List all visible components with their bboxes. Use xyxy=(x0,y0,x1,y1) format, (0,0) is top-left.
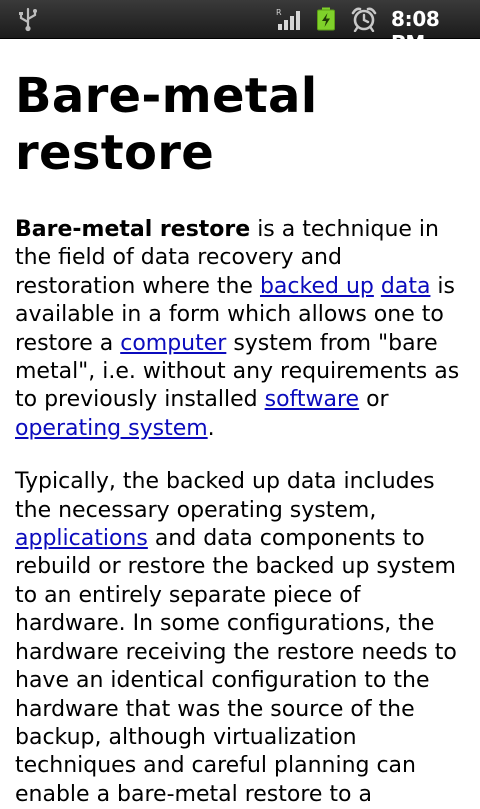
page-title: Bare-metal restore xyxy=(15,68,465,182)
alarm-icon xyxy=(351,7,377,32)
bold-term: Bare-metal restore xyxy=(15,217,251,242)
paragraph-text: or xyxy=(359,387,389,413)
paragraph-text xyxy=(374,274,381,299)
paragraph-text: . xyxy=(207,415,215,441)
signal-icon: R xyxy=(276,8,300,30)
page-title-line2: restore xyxy=(15,125,215,181)
roaming-indicator: R xyxy=(276,8,282,17)
article-paragraph-2: Typically, the backed up data includes t… xyxy=(15,468,465,809)
article-content: Bare-metal restore Bare-metal restore is … xyxy=(15,68,465,809)
link-operating-system[interactable]: operating system xyxy=(15,416,208,441)
paragraph-text: and data components to rebuild or restor… xyxy=(15,526,457,807)
link-software[interactable]: software xyxy=(265,387,359,412)
paragraph-text: Typically, the backed up data includes t… xyxy=(15,469,435,523)
status-bar: R 8:08 PM xyxy=(0,0,480,55)
battery-icon xyxy=(317,7,335,31)
page-title-line1: Bare-metal xyxy=(15,68,318,124)
status-time: 8:08 PM xyxy=(391,7,440,55)
link-applications[interactable]: applications xyxy=(15,526,148,551)
link-backed-up[interactable]: backed up xyxy=(260,274,374,299)
usb-icon xyxy=(19,7,37,32)
link-computer[interactable]: computer xyxy=(120,331,226,356)
article-paragraph-1: Bare-metal restore is a technique in the… xyxy=(15,216,465,443)
link-data[interactable]: data xyxy=(381,274,431,299)
